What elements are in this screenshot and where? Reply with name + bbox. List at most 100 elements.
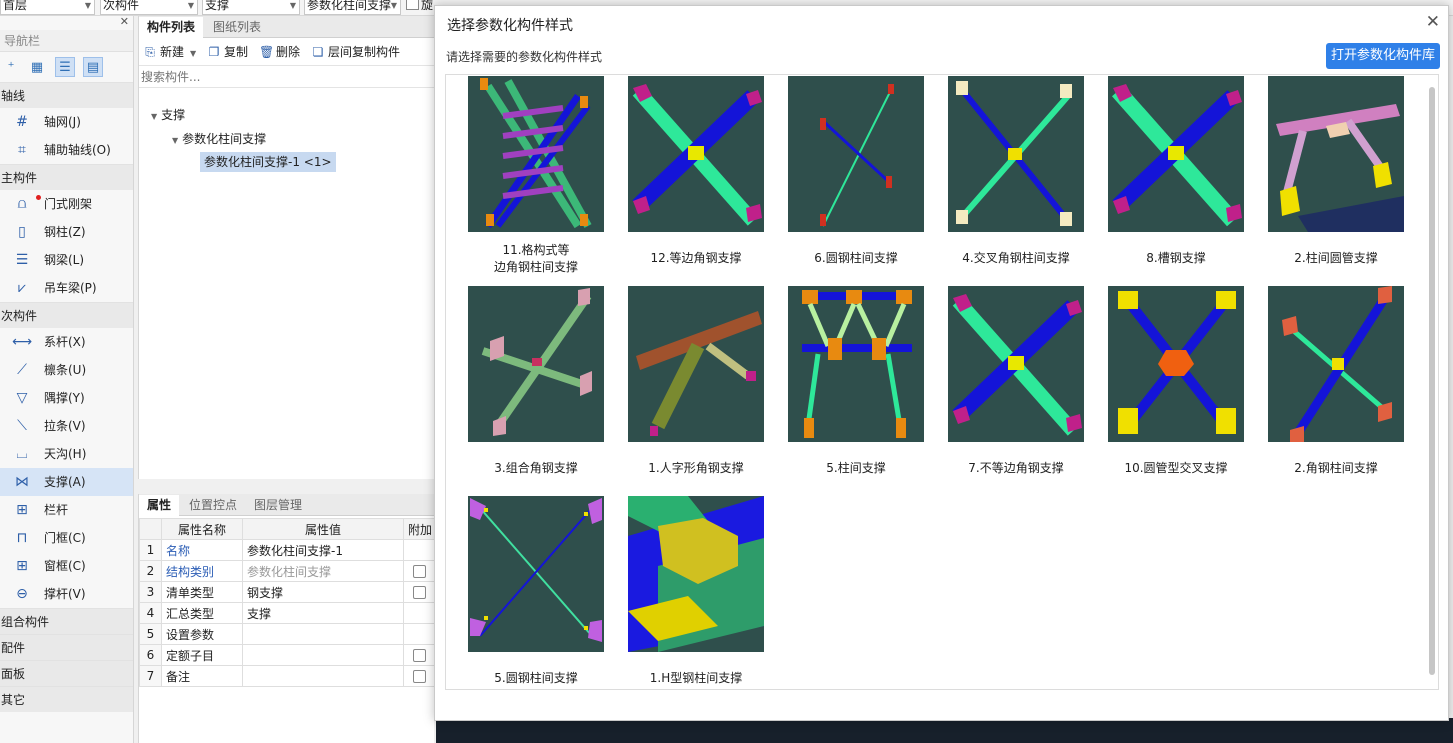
nav-category-panel[interactable]: 面板 (0, 660, 133, 686)
style-thumbnail[interactable] (1268, 76, 1404, 232)
category-select[interactable]: 次构件 ▼ (100, 0, 198, 15)
delete-button[interactable]: 🗑 删除 (259, 44, 300, 60)
rotate-checkbox[interactable] (406, 0, 419, 10)
header-num (139, 518, 162, 540)
nav-category-secondary[interactable]: 次构件 (0, 302, 133, 328)
table-row[interactable]: 1 名称 参数化柱间支撑-1 (139, 539, 436, 561)
style-card[interactable]: 11.格构式等 边角钢柱间支撑 (456, 76, 616, 276)
nav-category-combo[interactable]: 组合构件 (0, 608, 133, 634)
style-thumbnail[interactable] (1108, 286, 1244, 442)
nav-category-other[interactable]: 其它 (0, 686, 133, 712)
style-card[interactable]: 2.柱间圆管支撑 (1256, 76, 1416, 276)
table-row[interactable]: 6 定额子目 (139, 644, 436, 666)
extra-checkbox[interactable] (413, 670, 426, 683)
floor-copy-button[interactable]: ❏ 层间复制构件 (311, 44, 400, 60)
table-row[interactable]: 5 设置参数 (139, 623, 436, 645)
style-thumbnail[interactable] (788, 76, 924, 232)
style-thumbnail[interactable] (628, 76, 764, 232)
style-card[interactable]: 5.圆钢柱间支撑 (456, 496, 616, 689)
style-thumbnail[interactable] (788, 286, 924, 442)
nav-item-knee-brace[interactable]: ▽ 隅撑(Y) (0, 384, 133, 412)
tree-node-leaf[interactable]: 参数化柱间支撑-1 <1> (200, 152, 336, 172)
scrollbar[interactable] (1429, 87, 1435, 675)
component-select[interactable]: 参数化柱间支撑 ▼ (304, 0, 401, 15)
style-label: 8.槽钢支撑 (1146, 251, 1206, 265)
style-card[interactable]: 8.槽钢支撑 (1096, 76, 1256, 276)
style-card[interactable]: 1.人字形角钢支撑 (616, 286, 776, 486)
style-card[interactable]: 4.交叉角钢柱间支撑 (936, 76, 1096, 276)
property-value[interactable]: 支撑 (242, 602, 404, 624)
nav-category-parts[interactable]: 配件 (0, 634, 133, 660)
open-library-button[interactable]: 打开参数化构件库 (1326, 43, 1440, 69)
style-card[interactable]: 2.角钢柱间支撑 (1256, 286, 1416, 486)
drawing-canvas[interactable] (436, 718, 1453, 743)
nav-category-main[interactable]: 主构件 (0, 164, 133, 190)
grid-view-icon[interactable]: ▦ (27, 57, 47, 77)
property-value[interactable] (242, 623, 404, 645)
tab-component-list[interactable]: 构件列表 (139, 17, 204, 38)
style-card[interactable]: 12.等边角钢支撑 (616, 76, 776, 276)
nav-item-crane-beam[interactable]: ⩗ 吊车梁(P) (0, 274, 133, 302)
style-card[interactable]: 6.圆钢柱间支撑 (776, 76, 936, 276)
extra-checkbox[interactable] (413, 565, 426, 578)
floor-select[interactable]: 首层 ▼ (0, 0, 95, 15)
nav-item-tie-rod[interactable]: ⟷ 系杆(X) (0, 328, 133, 356)
nav-item-brace[interactable]: ⋈ 支撑(A) (0, 468, 133, 496)
tree-node-group[interactable]: ▼ 参数化柱间支撑 (172, 129, 266, 151)
nav-item-steel-beam[interactable]: ☰ 钢梁(L) (0, 246, 133, 274)
list-view-icon[interactable]: ☰ (55, 57, 75, 77)
style-thumbnail[interactable] (1268, 286, 1404, 442)
extra-checkbox[interactable] (413, 649, 426, 662)
header-name: 属性名称 (161, 518, 243, 540)
nav-item-window-frame[interactable]: ⊞ 窗框(C) (0, 552, 133, 580)
style-thumbnail[interactable] (468, 76, 604, 232)
property-value[interactable]: 参数化柱间支撑-1 (242, 539, 404, 561)
nav-item-strut[interactable]: ⊖ 撑杆(V) (0, 580, 133, 608)
style-card[interactable]: 1.H型钢柱间支撑 (616, 496, 776, 689)
rotate-label: 旋 (421, 0, 434, 12)
tab-position[interactable]: 位置控点 (181, 495, 245, 516)
property-value[interactable] (242, 665, 404, 687)
search-input[interactable] (141, 68, 431, 86)
style-thumbnail[interactable] (1108, 76, 1244, 232)
style-thumbnail[interactable] (628, 286, 764, 442)
style-card[interactable]: 10.圆管型交叉支撑 (1096, 286, 1256, 486)
nav-item-portal-frame[interactable]: ⩍ 门式刚架 (0, 190, 133, 218)
tab-layers[interactable]: 图层管理 (246, 495, 310, 516)
table-row[interactable]: 3 清单类型 钢支撑 (139, 581, 436, 603)
tab-drawing-list[interactable]: 图纸列表 (205, 17, 269, 38)
nav-category-axis[interactable]: 轴线 (0, 82, 133, 108)
nav-item-aux-axis[interactable]: ⌗ 辅助轴线(O) (0, 136, 133, 164)
table-row[interactable]: 7 备注 (139, 665, 436, 687)
tab-properties[interactable]: 属性 (139, 495, 180, 516)
nav-item-gutter[interactable]: ⌴ 天沟(H) (0, 440, 133, 468)
detail-view-icon[interactable]: ▤ (83, 57, 103, 77)
type-select[interactable]: 支撑 ▼ (202, 0, 300, 15)
style-card[interactable]: 7.不等边角钢支撑 (936, 286, 1096, 486)
style-thumbnail[interactable] (948, 286, 1084, 442)
close-icon[interactable]: ✕ (120, 16, 129, 28)
close-icon[interactable]: ✕ (1426, 12, 1440, 32)
style-thumbnail[interactable] (948, 76, 1084, 232)
new-button[interactable]: ⎘ 新建 ▼ (143, 44, 196, 62)
expand-icon[interactable]: ⁺ (1, 57, 21, 77)
style-thumbnail[interactable] (468, 286, 604, 442)
nav-item-grid[interactable]: # 轴网(J) (0, 108, 133, 136)
nav-item-purlin[interactable]: ⟋ 檩条(U) (0, 356, 133, 384)
style-card[interactable]: 5.柱间支撑 (776, 286, 936, 486)
floor-select-value: 首层 (3, 0, 28, 12)
nav-item-railing[interactable]: ⊞ 栏杆 (0, 496, 133, 524)
nav-item-door-frame[interactable]: ⊓ 门框(C) (0, 524, 133, 552)
nav-item-pull-bar[interactable]: ⟍ 拉条(V) (0, 412, 133, 440)
property-value[interactable]: 钢支撑 (242, 581, 404, 603)
extra-checkbox[interactable] (413, 586, 426, 599)
style-thumbnail[interactable] (628, 496, 764, 652)
property-value[interactable] (242, 644, 404, 666)
style-thumbnail[interactable] (468, 496, 604, 652)
nav-item-steel-column[interactable]: ▯ 钢柱(Z) (0, 218, 133, 246)
table-row[interactable]: 2 结构类别 参数化柱间支撑 (139, 560, 436, 582)
table-row[interactable]: 4 汇总类型 支撑 (139, 602, 436, 624)
tree-node-root[interactable]: ▼ 支撑 (151, 105, 185, 127)
style-card[interactable]: 3.组合角钢支撑 (456, 286, 616, 486)
copy-button[interactable]: ❐ 复制 (207, 44, 248, 60)
